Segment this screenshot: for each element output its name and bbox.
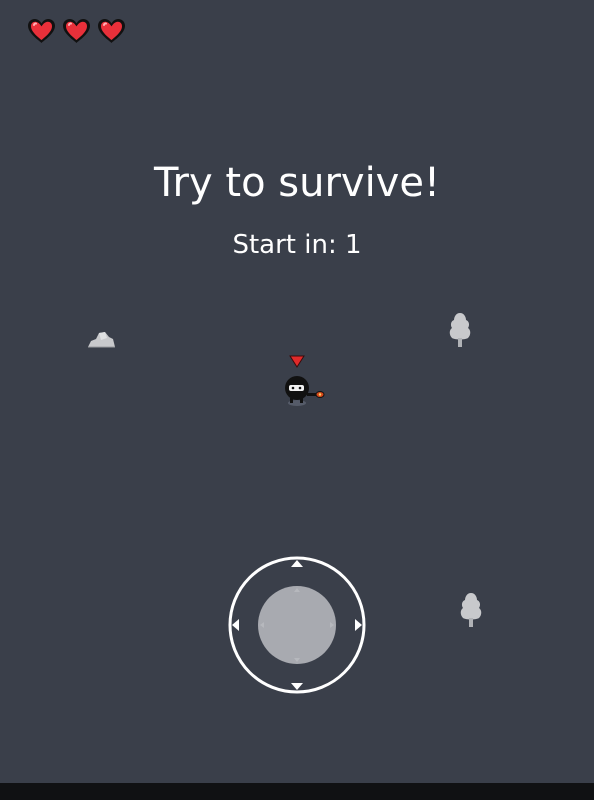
start-countdown: Start in: 1 xyxy=(232,230,362,260)
joystick-knob xyxy=(258,586,336,664)
virtual-joystick[interactable] xyxy=(227,555,367,695)
arrow-down-icon xyxy=(291,683,303,690)
health-hearts xyxy=(26,17,127,45)
tree-icon xyxy=(449,313,471,347)
survive-title: Try to survive! xyxy=(154,160,440,206)
arrow-up-icon xyxy=(291,560,303,567)
heart-icon xyxy=(28,19,55,43)
player-icon xyxy=(285,376,325,406)
tree-icon xyxy=(460,593,482,627)
heart-icon xyxy=(98,19,125,43)
bottom-bar xyxy=(0,783,594,800)
arrow-left-icon xyxy=(232,619,239,631)
arrow-right-icon xyxy=(355,619,362,631)
game-viewport[interactable]: Try to survive! Start in: 1 xyxy=(0,0,594,783)
heart-icon xyxy=(63,19,90,43)
red-triangle-marker-icon xyxy=(289,355,305,368)
rock-icon xyxy=(88,332,115,348)
